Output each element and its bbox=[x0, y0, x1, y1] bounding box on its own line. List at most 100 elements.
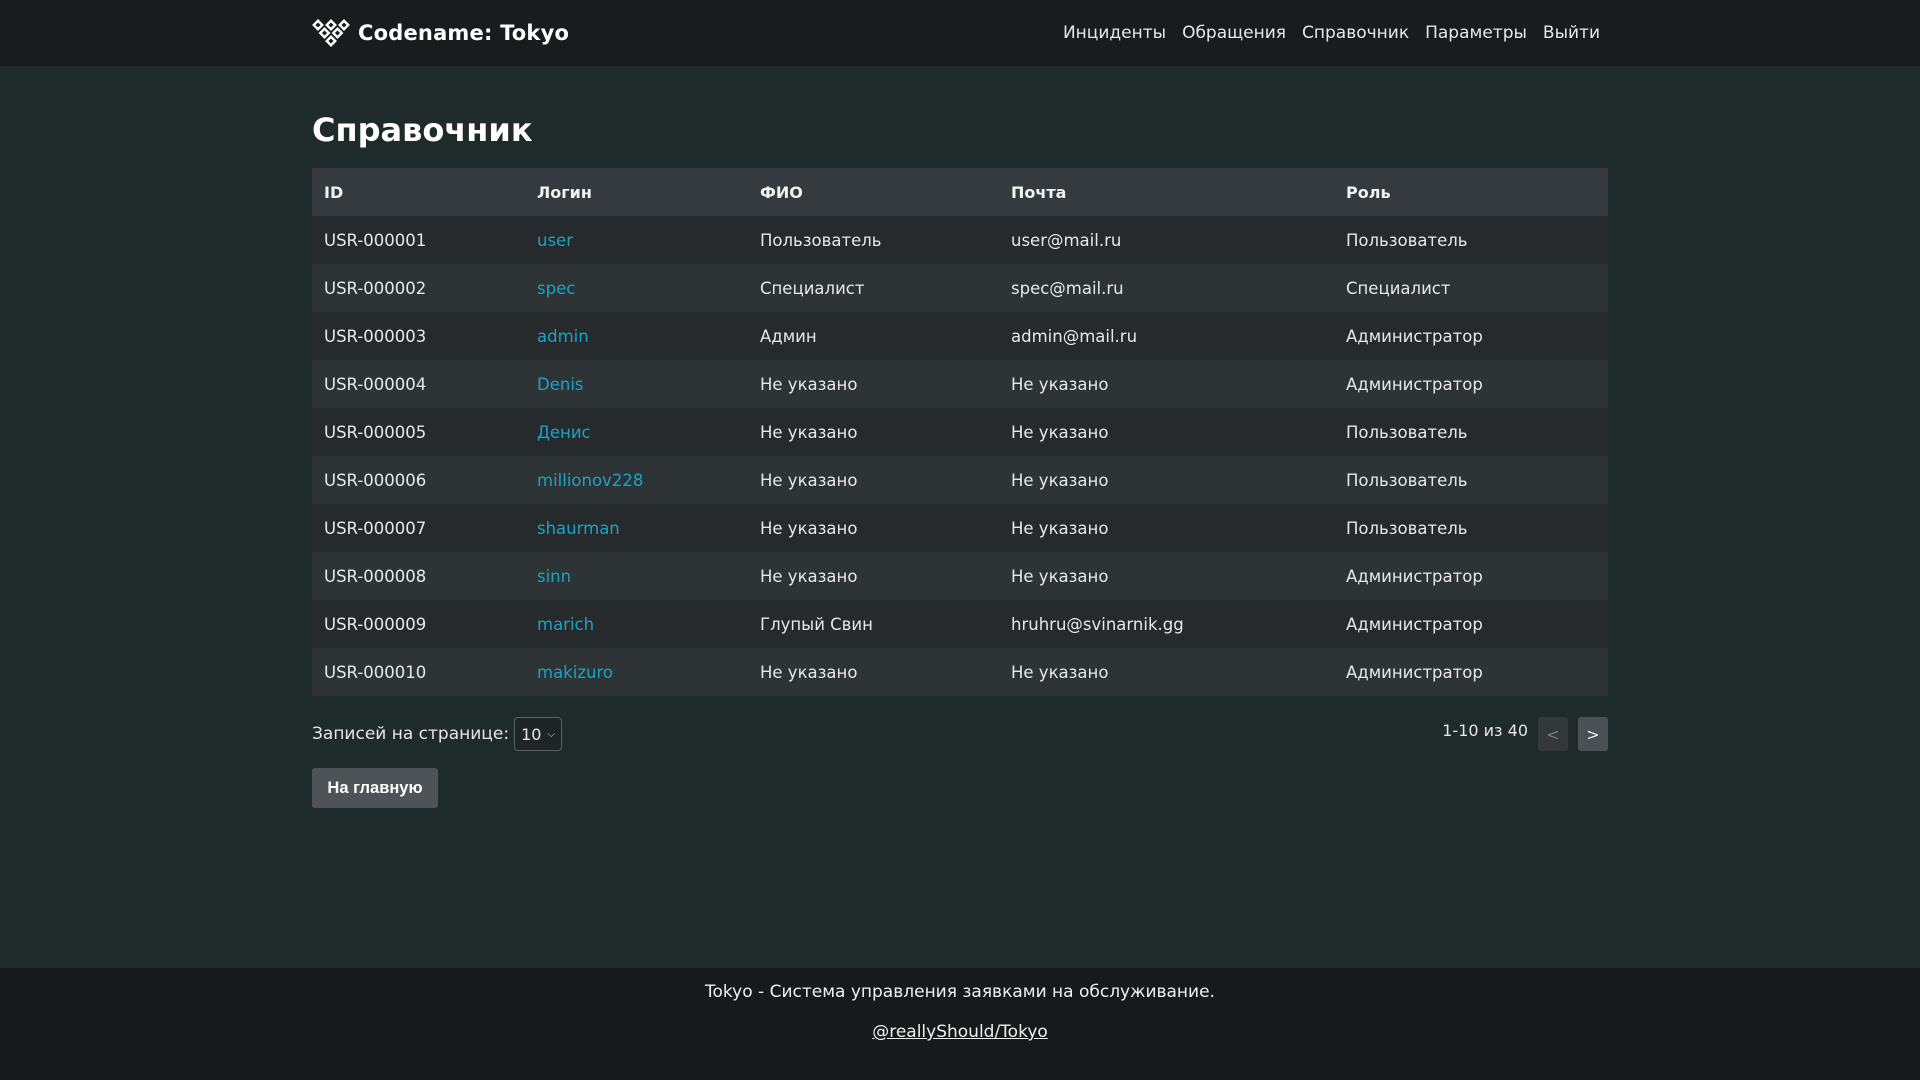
cell-mail: Не указано bbox=[999, 504, 1334, 552]
cell-id: USR-000005 bbox=[312, 408, 525, 456]
login-link[interactable]: sinn bbox=[537, 567, 571, 586]
users-table: ID Логин ФИО Почта Роль USR-000001 user … bbox=[312, 168, 1608, 696]
footer-text: Tokyo - Система управления заявками на о… bbox=[705, 982, 1215, 1002]
table-row: USR-000005 Денис Не указано Не указано П… bbox=[312, 408, 1608, 456]
nav-item-settings[interactable]: Параметры bbox=[1425, 23, 1527, 43]
cell-login: marich bbox=[525, 600, 748, 648]
per-page-select[interactable]: 10 ⌵ bbox=[514, 717, 563, 751]
cell-mail: Не указано bbox=[999, 408, 1334, 456]
per-page-value: 10 bbox=[521, 724, 542, 744]
cell-mail: hruhru@svinarnik.gg bbox=[999, 600, 1334, 648]
cell-mail: spec@mail.ru bbox=[999, 264, 1334, 312]
cell-role: Пользователь bbox=[1334, 408, 1608, 456]
main-nav: Инциденты Обращения Справочник Параметры… bbox=[1063, 0, 1600, 66]
cell-login: shaurman bbox=[525, 504, 748, 552]
cell-role: Администратор bbox=[1334, 648, 1608, 696]
cell-login: admin bbox=[525, 312, 748, 360]
nav-item-logout[interactable]: Выйти bbox=[1543, 23, 1600, 43]
cell-fio: Не указано bbox=[748, 504, 999, 552]
cell-login: Денис bbox=[525, 408, 748, 456]
cell-fio: Не указано bbox=[748, 360, 999, 408]
cell-role: Пользователь bbox=[1334, 216, 1608, 264]
pagination-bar: Записей на странице: 10 ⌵ 1-10 из 40 < > bbox=[312, 716, 1608, 752]
column-header-mail: Почта bbox=[999, 168, 1334, 216]
brand-title: Codename: Tokyo bbox=[358, 21, 570, 45]
table-row: USR-000008 sinn Не указано Не указано Ад… bbox=[312, 552, 1608, 600]
cell-id: USR-000009 bbox=[312, 600, 525, 648]
table-row: USR-000007 shaurman Не указано Не указан… bbox=[312, 504, 1608, 552]
cell-role: Специалист bbox=[1334, 264, 1608, 312]
cell-login: user bbox=[525, 216, 748, 264]
footer: Tokyo - Система управления заявками на о… bbox=[0, 968, 1920, 1080]
next-page-button[interactable]: > bbox=[1578, 717, 1608, 751]
table-header-row: ID Логин ФИО Почта Роль bbox=[312, 168, 1608, 216]
cell-id: USR-000003 bbox=[312, 312, 525, 360]
cell-id: USR-000002 bbox=[312, 264, 525, 312]
cell-mail: Не указано bbox=[999, 648, 1334, 696]
cell-role: Администратор bbox=[1334, 312, 1608, 360]
column-header-login: Логин bbox=[525, 168, 748, 216]
chevron-down-icon: ⌵ bbox=[547, 728, 556, 740]
login-link[interactable]: Denis bbox=[537, 375, 584, 394]
cell-role: Пользователь bbox=[1334, 504, 1608, 552]
cell-fio: Админ bbox=[748, 312, 999, 360]
column-header-fio: ФИО bbox=[748, 168, 999, 216]
nav-item-incidents[interactable]: Инциденты bbox=[1063, 23, 1166, 43]
cell-fio: Не указано bbox=[748, 456, 999, 504]
brand-link[interactable]: Codename: Tokyo bbox=[312, 0, 569, 66]
cell-mail: admin@mail.ru bbox=[999, 312, 1334, 360]
table-row: USR-000002 spec Специалист spec@mail.ru … bbox=[312, 264, 1608, 312]
table-row: USR-000010 makizuro Не указано Не указан… bbox=[312, 648, 1608, 696]
cell-id: USR-000008 bbox=[312, 552, 525, 600]
cell-role: Пользователь bbox=[1334, 456, 1608, 504]
cell-role: Администратор bbox=[1334, 360, 1608, 408]
home-button[interactable]: На главную bbox=[312, 768, 438, 808]
cell-fio: Не указано bbox=[748, 408, 999, 456]
cell-mail: Не указано bbox=[999, 552, 1334, 600]
cell-id: USR-000001 bbox=[312, 216, 525, 264]
table-row: USR-000001 user Пользователь user@mail.r… bbox=[312, 216, 1608, 264]
pagination-range: 1-10 из 40 bbox=[1442, 720, 1528, 740]
cell-fio: Не указано bbox=[748, 648, 999, 696]
page-title: Справочник bbox=[312, 111, 533, 149]
login-link[interactable]: makizuro bbox=[537, 663, 613, 682]
column-header-id: ID bbox=[312, 168, 525, 216]
table-row: USR-000003 admin Админ admin@mail.ru Адм… bbox=[312, 312, 1608, 360]
cell-mail: Не указано bbox=[999, 360, 1334, 408]
cell-role: Администратор bbox=[1334, 600, 1608, 648]
nav-item-directory[interactable]: Справочник bbox=[1302, 23, 1409, 43]
footer-repo-link[interactable]: @reallyShould/Tokyo bbox=[0, 1022, 1920, 1042]
cell-login: spec bbox=[525, 264, 748, 312]
cell-id: USR-000006 bbox=[312, 456, 525, 504]
column-header-role: Роль bbox=[1334, 168, 1608, 216]
login-link[interactable]: spec bbox=[537, 279, 575, 298]
cell-login: Denis bbox=[525, 360, 748, 408]
login-link[interactable]: user bbox=[537, 231, 573, 250]
prev-page-button[interactable]: < bbox=[1538, 717, 1568, 751]
cell-mail: Не указано bbox=[999, 456, 1334, 504]
cell-login: sinn bbox=[525, 552, 748, 600]
per-page-label: Записей на странице: bbox=[312, 724, 510, 744]
cell-id: USR-000007 bbox=[312, 504, 525, 552]
table-row: USR-000004 Denis Не указано Не указано А… bbox=[312, 360, 1608, 408]
cell-fio: Не указано bbox=[748, 552, 999, 600]
login-link[interactable]: admin bbox=[537, 327, 589, 346]
cell-fio: Глупый Свин bbox=[748, 600, 999, 648]
cell-login: makizuro bbox=[525, 648, 748, 696]
pagination-controls: 1-10 из 40 < > bbox=[1442, 716, 1608, 752]
table-row: USR-000009 marich Глупый Свин hruhru@svi… bbox=[312, 600, 1608, 648]
top-navbar: Codename: Tokyo Инциденты Обращения Спра… bbox=[0, 0, 1920, 66]
login-link[interactable]: Денис bbox=[537, 423, 591, 442]
cell-id: USR-000010 bbox=[312, 648, 525, 696]
cell-fio: Пользователь bbox=[748, 216, 999, 264]
diamond-cluster-logo-icon bbox=[312, 19, 350, 47]
login-link[interactable]: marich bbox=[537, 615, 594, 634]
table-row: USR-000006 millionov228 Не указано Не ук… bbox=[312, 456, 1608, 504]
nav-item-requests[interactable]: Обращения bbox=[1182, 23, 1286, 43]
cell-login: millionov228 bbox=[525, 456, 748, 504]
login-link[interactable]: millionov228 bbox=[537, 471, 643, 490]
main-content: Справочник ID Логин ФИО Почта Роль USR-0… bbox=[312, 66, 1608, 808]
cell-fio: Специалист bbox=[748, 264, 999, 312]
cell-mail: user@mail.ru bbox=[999, 216, 1334, 264]
login-link[interactable]: shaurman bbox=[537, 519, 620, 538]
